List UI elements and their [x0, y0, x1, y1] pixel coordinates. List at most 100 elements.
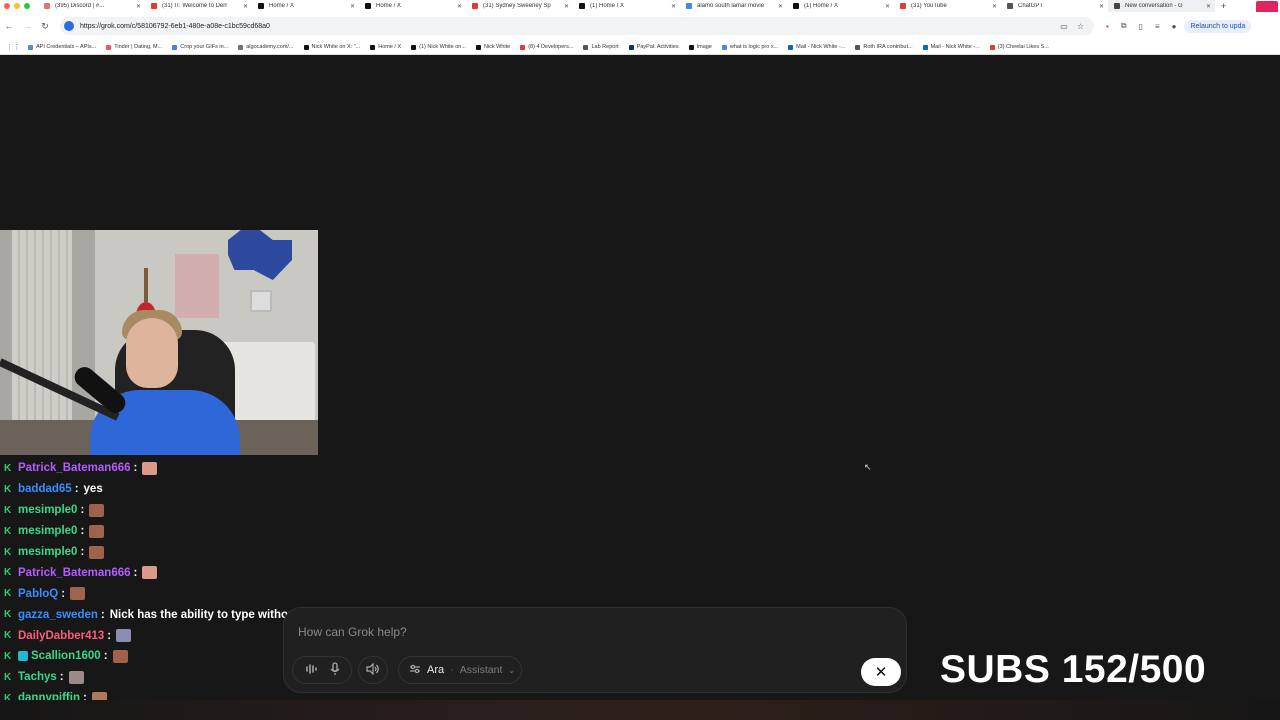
tab-close-icon[interactable]: ✕: [671, 3, 676, 10]
bookmark-item[interactable]: Image: [688, 44, 712, 50]
tab-title: (31) Sydney Sweeney Sp: [483, 3, 551, 9]
kick-badge-icon: K: [4, 630, 12, 642]
hexagon-panels: [228, 230, 292, 280]
maximize-window-icon[interactable]: [24, 3, 30, 9]
bookmark-favicon-icon: [172, 44, 178, 50]
tab-close-icon[interactable]: ✕: [1206, 3, 1211, 10]
chat-username[interactable]: baddad65: [18, 483, 72, 495]
browser-tab[interactable]: (31) Sydney Sweeney Sp ✕: [466, 0, 573, 12]
chat-username[interactable]: mesimple0: [18, 546, 77, 558]
tab-close-icon[interactable]: ✕: [1099, 3, 1104, 10]
prompt-input[interactable]: How can Grok help?: [298, 625, 407, 639]
bookmark-item[interactable]: Crop your GIFs in...: [172, 44, 228, 50]
browser-tab[interactable]: (1) Home / X ✕: [573, 0, 680, 12]
bookmark-favicon-icon: [583, 44, 589, 50]
emote-icon: [142, 461, 158, 475]
browser-tab[interactable]: (31) YouTube ✕: [894, 0, 1001, 12]
bookmark-star-icon[interactable]: ☆: [1077, 22, 1084, 31]
emote-icon: [116, 629, 132, 643]
chat-message: K Patrick_Bateman666:: [4, 562, 604, 583]
bookmark-favicon-icon: [370, 44, 376, 50]
side-panel-icon[interactable]: ▯: [1139, 22, 1143, 31]
chat-username[interactable]: Patrick_Bateman666: [18, 462, 131, 474]
url-text[interactable]: https://grok.com/c/58106792-6eb1-480e-a0…: [80, 23, 270, 30]
subscriber-badge-icon: [18, 651, 28, 662]
wall-poster: [175, 254, 219, 318]
tab-close-icon[interactable]: ✕: [136, 3, 141, 10]
bookmark-item[interactable]: PayPal: Activities: [628, 44, 679, 50]
apps-grid-icon[interactable]: ⋮⋮: [6, 43, 20, 51]
emote-icon: [70, 587, 86, 601]
browser-tab[interactable]: (395) Discord | #... ✕: [38, 0, 145, 12]
grok-input-panel: How can Grok help? Ara · Assistant ⌄ ✕: [283, 607, 907, 693]
tab-close-icon[interactable]: ✕: [992, 3, 997, 10]
bookmark-item[interactable]: Lab Report: [583, 44, 619, 50]
bookmark-item[interactable]: Roth IRA contribut...: [855, 44, 913, 50]
persona-selector[interactable]: Ara · Assistant ⌄: [398, 656, 522, 684]
back-icon[interactable]: ←: [0, 21, 18, 31]
bookmark-label: Lab Report: [591, 44, 619, 50]
browser-tab[interactable]: (1) Home / X ✕: [787, 0, 894, 12]
cast-icon[interactable]: ▭: [1060, 22, 1068, 31]
bookmark-item[interactable]: (1) Nick White on...: [411, 44, 466, 50]
chat-username[interactable]: mesimple0: [18, 504, 77, 516]
chat-username[interactable]: gazza_sweden: [18, 609, 98, 621]
tab-favicon-icon: [258, 3, 264, 9]
tab-favicon-icon: [472, 3, 478, 9]
profile-avatar-icon[interactable]: ●: [1172, 22, 1177, 31]
bookmark-item[interactable]: (3) Cheelai Likes S...: [989, 44, 1049, 50]
forward-icon[interactable]: →: [18, 21, 36, 31]
chat-message: K Patrick_Bateman666:: [4, 458, 604, 479]
bookmark-item[interactable]: Nick White on X: "...: [303, 44, 360, 50]
close-voice-button[interactable]: ✕: [861, 658, 901, 686]
speaker-button[interactable]: [358, 656, 388, 684]
browser-tab[interactable]: Home / X ✕: [252, 0, 359, 12]
chat-username[interactable]: Tachys: [18, 671, 57, 683]
browser-tab[interactable]: (31) IT: Welcome to Derr ✕: [145, 0, 252, 12]
chat-text: yes: [83, 483, 103, 496]
tab-favicon-icon: [793, 3, 799, 9]
bookmark-favicon-icon: [303, 44, 309, 50]
bookmark-favicon-icon: [788, 44, 794, 50]
close-window-icon[interactable]: [4, 3, 10, 9]
emote-icon: [89, 524, 105, 538]
chat-username[interactable]: mesimple0: [18, 525, 77, 537]
site-info-icon[interactable]: [64, 21, 74, 31]
chat-username[interactable]: Patrick_Bateman666: [18, 567, 131, 579]
bookmark-item[interactable]: Tinder | Dating, M...: [106, 44, 162, 50]
waveform-icon[interactable]: [305, 663, 319, 678]
microphone-icon[interactable]: [330, 661, 340, 679]
minimize-window-icon[interactable]: [14, 3, 20, 9]
bookmark-item[interactable]: Home / X: [370, 44, 401, 50]
bookmark-item[interactable]: what is logic pro x...: [721, 44, 778, 50]
tab-close-icon[interactable]: ✕: [243, 3, 248, 10]
extension-icon[interactable]: ▪: [1106, 22, 1109, 31]
tab-title: (31) IT: Welcome to Derr: [162, 3, 228, 9]
browser-tab[interactable]: ChatGPT ✕: [1001, 0, 1108, 12]
bookmark-item[interactable]: Mail - Nick White -...: [922, 44, 980, 50]
tab-close-icon[interactable]: ✕: [885, 3, 890, 10]
bookmark-item[interactable]: algocademy.com/...: [238, 44, 294, 50]
new-tab-button[interactable]: +: [1215, 1, 1232, 11]
bookmark-item[interactable]: (8) 4 Developers...: [520, 44, 573, 50]
reload-icon[interactable]: ↻: [36, 21, 54, 32]
relaunch-button[interactable]: Relaunch to upda: [1184, 19, 1252, 33]
browser-tab[interactable]: alamo south lamar movie ✕: [680, 0, 787, 12]
browser-tab[interactable]: New conversation - G ✕: [1108, 0, 1215, 12]
tab-close-icon[interactable]: ✕: [350, 3, 355, 10]
tab-close-icon[interactable]: ✕: [564, 3, 569, 10]
bookmark-item[interactable]: Mail - Nick White -...: [788, 44, 845, 50]
tab-close-icon[interactable]: ✕: [457, 3, 462, 10]
browser-tab[interactable]: Home / X ✕: [359, 0, 466, 12]
chat-username[interactable]: DailyDabber413: [18, 630, 104, 642]
extensions-puzzle-icon[interactable]: ⧉: [1121, 21, 1127, 31]
window-controls: [0, 3, 38, 9]
tab-close-icon[interactable]: ✕: [778, 3, 783, 10]
bookmark-item[interactable]: Nick White: [475, 44, 510, 50]
chat-username[interactable]: PabloQ: [18, 588, 58, 600]
media-controls-icon[interactable]: ≡: [1155, 22, 1160, 31]
url-field[interactable]: https://grok.com/c/58106792-6eb1-480e-a0…: [60, 17, 1094, 35]
chat-message: Kmesimple0:: [4, 521, 604, 542]
chat-username[interactable]: Scallion1600: [31, 650, 101, 662]
bookmark-item[interactable]: API Credentials – APIs...: [28, 44, 96, 50]
